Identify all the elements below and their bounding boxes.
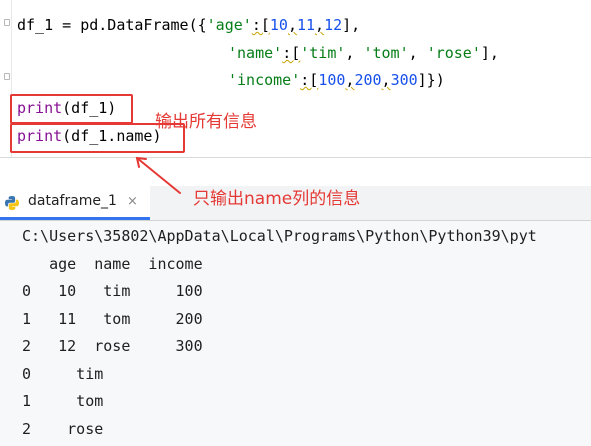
- console-row: 0 10 tim 100: [22, 282, 203, 300]
- code-token: ],: [480, 44, 499, 62]
- code-token: ],: [342, 16, 361, 34]
- dict-key: 'name': [228, 44, 283, 62]
- tab-dataframe-1[interactable]: dataframe_1 ×: [0, 186, 150, 220]
- code-token: ,: [381, 71, 391, 89]
- code-token: ]}): [417, 71, 445, 89]
- python-icon: [5, 196, 19, 210]
- console-row: 2 12 rose 300: [22, 337, 203, 355]
- dict-key: 'age': [206, 16, 252, 34]
- number-literal: 100: [318, 71, 346, 89]
- number-literal: 300: [390, 71, 418, 89]
- code-line-3[interactable]: 'income':[100,200,300]}): [228, 71, 445, 89]
- code-token: ,: [408, 44, 427, 62]
- string-literal: 'tim': [300, 44, 346, 62]
- console-command-path: C:\Users\35802\AppData\Local\Programs\Py…: [22, 227, 537, 245]
- code-token: df_1 = pd.DataFrame({: [17, 16, 207, 34]
- annotation-output-name: 只输出name列的信息: [193, 189, 361, 209]
- close-icon[interactable]: ×: [127, 194, 138, 209]
- code-token: :[: [300, 71, 319, 89]
- console-row: 1 tom: [22, 392, 104, 410]
- editor-bottom-area: [0, 157, 591, 187]
- console-row: 1 11 tom 200: [22, 310, 203, 328]
- annotation-output-all: 输出所有信息: [155, 112, 257, 132]
- number-literal: 12: [324, 16, 343, 34]
- code-editor[interactable]: df_1 = pd.DataFrame({'age':[10,11,12], '…: [0, 0, 591, 157]
- console-row: 2 rose: [22, 420, 104, 438]
- code-token: ,: [345, 44, 364, 62]
- tab-label: dataframe_1: [28, 193, 117, 209]
- dict-key: 'income': [228, 71, 301, 89]
- fold-marker-icon[interactable]: [4, 73, 10, 80]
- console-output[interactable]: C:\Users\35802\AppData\Local\Programs\Py…: [0, 221, 591, 446]
- string-literal: 'rose': [426, 44, 481, 62]
- code-line-1[interactable]: df_1 = pd.DataFrame({'age':[10,11,12],: [17, 16, 360, 34]
- number-literal: 200: [354, 71, 382, 89]
- number-literal: 10: [269, 16, 288, 34]
- code-token: :[: [282, 44, 301, 62]
- code-token: ,: [287, 16, 297, 34]
- console-table-header: age name income: [22, 255, 203, 273]
- fold-marker-icon[interactable]: [4, 19, 10, 26]
- code-token: ,: [315, 16, 325, 34]
- highlight-box-print-df: [10, 94, 133, 124]
- code-token: :[: [251, 16, 270, 34]
- code-line-2[interactable]: 'name':['tim', 'tom', 'rose'],: [228, 44, 499, 62]
- number-literal: 11: [296, 16, 316, 34]
- console-row: 0 tim: [22, 365, 104, 383]
- string-literal: 'tom': [363, 44, 409, 62]
